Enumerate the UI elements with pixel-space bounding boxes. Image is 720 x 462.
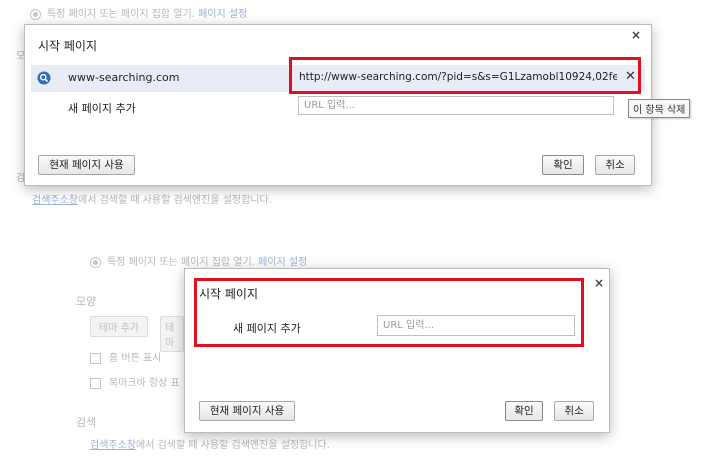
bg-bottom-search-line: 검색주소창에서 검색할 때 사용할 검색엔진을 설정합니다.	[90, 436, 330, 451]
bg-top-radio-row[interactable]: 특정 페이지 또는 페이지 집합 열기. 페이지 설정	[30, 5, 247, 20]
bg-bottom-appearance-heading: 모양	[76, 295, 97, 308]
bg-checkbox-home-label: 홈 버튼 표시	[109, 353, 162, 364]
bg-checkbox-home-row[interactable]: 홈 버튼 표시	[90, 349, 161, 364]
bg-checkbox-bookmark-label: 북마크바 항상 표	[109, 378, 180, 389]
use-current-page-button[interactable]: 현재 페이지 사용	[199, 401, 295, 421]
cancel-button[interactable]: 취소	[554, 401, 594, 421]
use-current-page-button[interactable]: 현재 페이지 사용	[38, 155, 135, 175]
bg-bottom-search-heading: 검색	[76, 416, 97, 429]
ok-button[interactable]: 확인	[505, 401, 543, 421]
url-input[interactable]	[298, 96, 614, 115]
bg-bottom-search-link[interactable]: 검색주소창	[90, 440, 136, 451]
bg-bottom-search-text: 에서 검색할 때 사용할 검색엔진을 설정합니다.	[136, 440, 330, 451]
radio-icon	[30, 8, 41, 20]
close-icon[interactable]: ×	[631, 28, 641, 42]
annotation-highlight-dialog-content	[194, 278, 584, 347]
ok-button[interactable]: 확인	[542, 155, 584, 175]
bg-bottom-radio-row[interactable]: 특정 페이지 또는 페이지 집합 열기. 페이지 설정	[90, 253, 307, 268]
search-globe-icon	[37, 71, 51, 85]
bg-bottom-radio-label: 특정 페이지 또는 페이지 집합 열기.	[107, 257, 255, 268]
checkbox-icon	[90, 377, 101, 389]
bg-top-search-link[interactable]: 검색주소창	[32, 195, 78, 206]
cancel-button[interactable]: 취소	[595, 155, 635, 175]
bg-top-search-line: 검색주소창에서 검색할 때 사용할 검색엔진을 설정합니다.	[32, 191, 272, 206]
bg-theme-button-partial[interactable]: 테마	[160, 316, 184, 352]
bg-checkbox-bookmark-row[interactable]: 북마크바 항상 표	[90, 374, 180, 389]
bg-top-page-settings-link[interactable]: 페이지 설정	[198, 9, 247, 20]
bg-bottom-page-settings-link[interactable]: 페이지 설정	[258, 257, 307, 268]
close-icon[interactable]: ×	[594, 276, 604, 290]
dialog-title: 시작 페이지	[38, 39, 98, 53]
bg-top-radio-label: 특정 페이지 또는 페이지 집합 열기.	[47, 9, 195, 20]
annotation-highlight-url	[289, 57, 641, 94]
checkbox-icon	[90, 352, 101, 364]
startup-page-name: www-searching.com	[68, 71, 180, 84]
bg-theme-add-button[interactable]: 테마 추가	[90, 316, 148, 337]
bg-top-search-text: 에서 검색할 때 사용할 검색엔진을 설정합니다.	[78, 195, 272, 206]
radio-icon	[90, 256, 101, 268]
remove-item-tooltip: 이 항목 삭제	[628, 99, 691, 118]
new-page-label: 새 페이지 추가	[68, 102, 136, 115]
startup-pages-dialog-top: 시작 페이지 × www-searching.com http://www-se…	[24, 24, 652, 186]
